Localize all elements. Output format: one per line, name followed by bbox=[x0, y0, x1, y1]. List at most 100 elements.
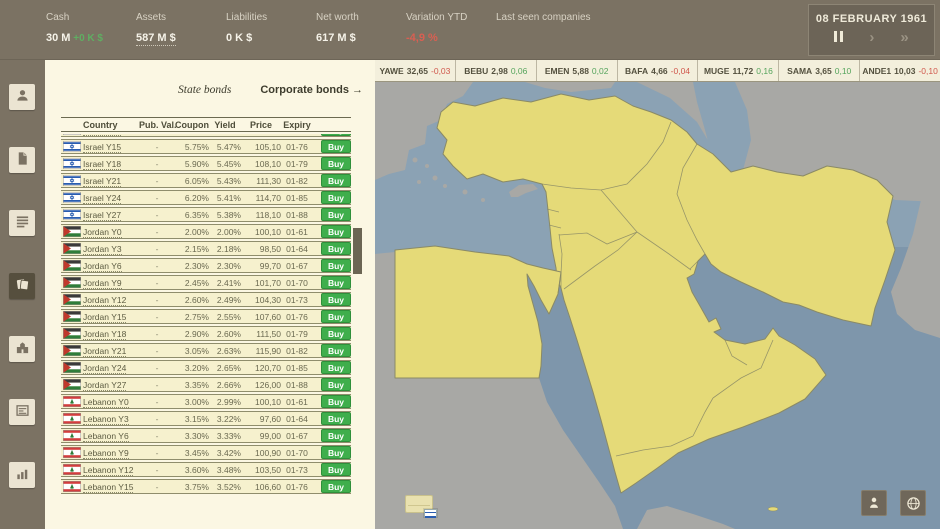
flag-jordan-icon bbox=[61, 260, 83, 271]
bond-name[interactable]: Jordan Y15 bbox=[83, 311, 139, 323]
map-globe-button[interactable] bbox=[900, 490, 926, 516]
buy-button[interactable]: Buy bbox=[321, 412, 351, 425]
buy-button[interactable]: Buy bbox=[321, 463, 351, 476]
bond-coupon: 2.00% bbox=[184, 226, 209, 237]
metric-value: 587 M $ bbox=[136, 32, 226, 46]
bond-name[interactable]: Jordan Y21 bbox=[83, 345, 139, 357]
buy-button[interactable]: Buy bbox=[321, 344, 351, 357]
bond-price: 97,60 bbox=[259, 413, 281, 424]
buy-button[interactable]: Buy bbox=[321, 446, 351, 459]
buy-button[interactable]: Buy bbox=[321, 208, 351, 221]
sidebar-document-button[interactable] bbox=[9, 147, 35, 173]
sidebar-bonds-button[interactable] bbox=[9, 273, 35, 299]
buy-button[interactable]: Buy bbox=[321, 361, 351, 374]
flag-jordan-icon bbox=[61, 226, 83, 237]
bond-expiry: 01-82 bbox=[286, 175, 308, 186]
bond-pub-val: - bbox=[155, 209, 159, 220]
bond-name[interactable]: Lebanon Y3 bbox=[83, 413, 139, 425]
person-icon bbox=[867, 496, 881, 510]
bond-coupon: 6.05% bbox=[184, 175, 209, 186]
buy-button[interactable]: Buy bbox=[321, 293, 351, 306]
ticker-item-sama[interactable]: SAMA 3,65 0,10 bbox=[779, 60, 861, 81]
bond-name[interactable]: Israel Y18 bbox=[83, 158, 139, 170]
bond-name[interactable]: Jordan Y18 bbox=[83, 328, 139, 340]
buy-button[interactable]: Buy bbox=[321, 174, 351, 187]
map-person-button[interactable] bbox=[861, 490, 887, 516]
bond-expiry: 01-76 bbox=[286, 481, 308, 492]
sidebar-profile-button[interactable] bbox=[9, 84, 35, 110]
sidebar-bank-button[interactable] bbox=[9, 336, 35, 362]
buy-button[interactable]: Buy bbox=[321, 429, 351, 442]
bond-yield: 2.60% bbox=[216, 328, 241, 339]
buy-button[interactable]: Buy bbox=[321, 378, 351, 391]
metric-label: Liabilities bbox=[226, 12, 268, 23]
ticker-item-ande1[interactable]: ANDE1 10,03 -0,10 bbox=[860, 60, 940, 81]
bond-name[interactable]: Jordan Y24 bbox=[83, 362, 139, 374]
bond-name[interactable]: Jordan Y27 bbox=[83, 379, 139, 391]
ticker-item-yawe[interactable]: YAWE 32,65 -0,03 bbox=[375, 60, 456, 81]
buy-button[interactable]: Buy bbox=[321, 140, 351, 153]
bond-name[interactable]: Israel Y27 bbox=[83, 209, 139, 221]
bond-name[interactable]: Lebanon Y6 bbox=[83, 430, 139, 442]
bond-name[interactable]: Jordan Y3 bbox=[83, 243, 139, 255]
table-scrollbar[interactable] bbox=[353, 134, 362, 525]
ticker-change: -0,04 bbox=[670, 65, 691, 76]
buy-button[interactable]: Buy bbox=[321, 276, 351, 289]
sidebar-list-button[interactable] bbox=[9, 210, 35, 236]
bond-pub-val: - bbox=[155, 158, 159, 169]
ticker-item-bafa[interactable]: BAFA 4,66 -0,04 bbox=[618, 60, 699, 81]
bond-yield: 2.99% bbox=[216, 396, 241, 407]
buy-button[interactable]: Buy bbox=[321, 259, 351, 272]
bond-name[interactable]: Israel Y21 bbox=[83, 175, 139, 187]
pause-button[interactable] bbox=[834, 30, 844, 44]
metric-value-text: 587 M $ bbox=[136, 32, 176, 46]
middle-east-map[interactable] bbox=[375, 82, 940, 529]
bond-name[interactable]: Israel Y24 bbox=[83, 192, 139, 204]
bond-price: 104,30 bbox=[255, 294, 281, 305]
ticker-price: 10,03 bbox=[894, 65, 916, 76]
bond-name[interactable]: Jordan Y6 bbox=[83, 260, 139, 272]
fast-forward-button[interactable]: » bbox=[900, 30, 908, 45]
sidebar-news-button[interactable] bbox=[9, 399, 35, 425]
play-button[interactable]: › bbox=[869, 30, 874, 45]
tab-corporate-bonds[interactable]: Corporate bonds → bbox=[260, 84, 363, 96]
map-legend-icon[interactable] bbox=[405, 495, 437, 518]
buy-button[interactable]: Buy bbox=[321, 480, 351, 493]
bond-name[interactable]: Jordan Y0 bbox=[83, 226, 139, 238]
bond-name[interactable]: Lebanon Y15 bbox=[83, 481, 139, 493]
bond-expiry: 01-79 bbox=[286, 158, 308, 169]
bond-expiry: 01-85 bbox=[286, 362, 308, 373]
ticker-item-muge[interactable]: MUGE 11,72 0,16 bbox=[698, 60, 780, 81]
ticker-item-emen[interactable]: EMEN 5,88 0,02 bbox=[537, 60, 618, 81]
bond-name[interactable]: Jordan Y9 bbox=[83, 277, 139, 289]
scrollbar-thumb[interactable] bbox=[353, 228, 362, 274]
israel-flag-icon bbox=[424, 509, 437, 518]
buy-button[interactable]: Buy bbox=[321, 191, 351, 204]
buy-button[interactable]: Buy bbox=[321, 225, 351, 238]
bond-yield: 5.49% bbox=[209, 134, 241, 135]
bond-name[interactable]: Lebanon Y12 bbox=[83, 464, 139, 476]
tab-state-bonds[interactable]: State bonds bbox=[178, 84, 231, 96]
metric-value: 0 K $ bbox=[226, 32, 253, 44]
buy-button[interactable]: Buy bbox=[321, 310, 351, 323]
bond-row: Israel Y12-5.60%5.49%102,3001-73 Buy bbox=[61, 134, 351, 137]
globe-icon bbox=[906, 496, 921, 511]
metric-value: 617 M $ bbox=[316, 32, 356, 44]
bond-name[interactable]: Jordan Y12 bbox=[83, 294, 139, 306]
buy-button[interactable]: Buy bbox=[321, 157, 351, 170]
bond-name[interactable]: Lebanon Y0 bbox=[83, 396, 139, 408]
buy-button[interactable]: Buy bbox=[321, 395, 351, 408]
buy-button[interactable]: Buy bbox=[321, 242, 351, 255]
bond-name[interactable]: Israel Y15 bbox=[83, 141, 139, 153]
buy-button[interactable]: Buy bbox=[321, 134, 351, 136]
buy-button[interactable]: Buy bbox=[321, 327, 351, 340]
ticker-item-bebu[interactable]: BEBU 2,98 0,06 bbox=[456, 60, 537, 81]
bond-yield: 2.30% bbox=[216, 260, 241, 271]
bond-name[interactable]: Lebanon Y9 bbox=[83, 447, 139, 459]
bond-price: 108,10 bbox=[255, 158, 281, 169]
metric-variation-ytd: Variation YTD -4,9 % bbox=[406, 12, 496, 44]
bond-row: Jordan Y3 - 2.15% 2.18% 98,50 01-64 Buy bbox=[61, 241, 351, 256]
metrics: Cash 30 M +0 K $ Assets 587 M $ Liabilities 0… bbox=[46, 12, 591, 46]
sidebar-chart-button[interactable] bbox=[9, 462, 35, 488]
bond-name[interactable]: Israel Y12 bbox=[83, 134, 139, 136]
